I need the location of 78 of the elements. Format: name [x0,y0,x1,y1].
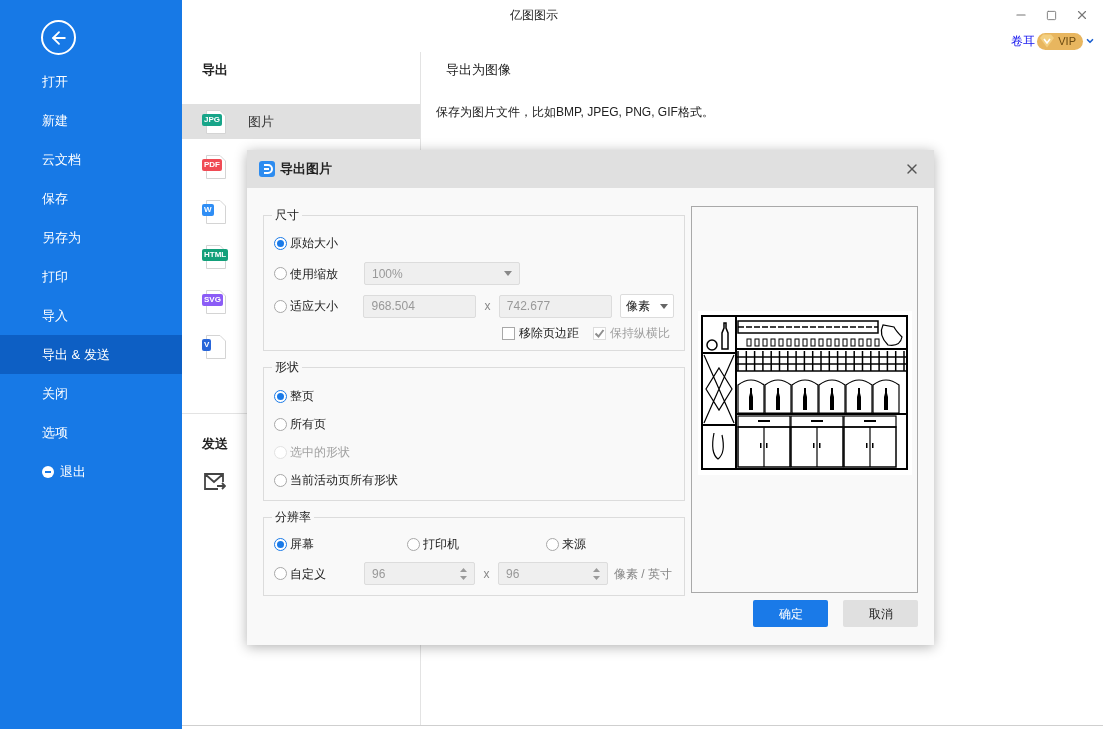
option-label: 自定义 [290,565,326,583]
scale-dropdown[interactable]: 100% [364,262,520,285]
caret-icon [660,303,668,309]
option-label: 打印机 [423,536,460,553]
dropdown-icon[interactable] [1085,36,1095,46]
option-label: 原始大小 [290,235,338,252]
option-label: 当前活动页所有形状 [290,472,398,489]
close-icon[interactable] [1075,8,1089,22]
checkbox[interactable] [502,326,515,340]
section-title: 发送 [202,436,228,451]
vip-badge[interactable]: VIP [1037,32,1083,50]
text-field[interactable]: 742.677 [498,294,613,318]
radio-button[interactable] [274,267,287,280]
format-item[interactable]: PDF [182,149,234,184]
radio-button[interactable] [274,537,287,551]
menu-item[interactable]: 导出 & 发送 [0,335,182,374]
radio-button[interactable] [274,473,287,487]
group-legend: 尺寸 [272,207,302,223]
maximize-icon[interactable] [1046,9,1057,21]
times-sign: x [482,565,491,583]
menu-item[interactable]: 关闭 [0,374,182,413]
format-item[interactable]: V [182,329,234,364]
number-field[interactable]: 96 [364,562,475,585]
menu-item[interactable]: 选项 [0,413,182,452]
menu-item[interactable]: 打开 [0,62,182,101]
app-logo-icon [259,161,275,177]
minus-circle-icon [42,465,54,478]
radio-button[interactable] [407,537,421,551]
number-field[interactable]: 96 [498,562,608,585]
option-label: 整页 [290,388,314,405]
radio-button[interactable] [274,417,287,431]
option-label: 所有页 [290,416,326,433]
format-item[interactable]: HTML [182,239,234,274]
checkbox-label: 保持纵横比 [610,325,670,342]
format-item[interactable]: SVG [182,284,234,319]
spinner-icon [460,566,467,581]
times-sign: x [483,298,492,315]
menu-item[interactable]: 保存 [0,179,182,218]
ok-button[interactable]: 确定 [753,600,828,627]
format-item[interactable]: JPG 图片 [182,104,420,139]
menu-item[interactable]: 另存为 [0,218,182,257]
option-label: 适应大小 [290,298,338,315]
dialog-title: 导出图片 [280,160,332,179]
group-legend: 形状 [272,359,302,375]
menu-item[interactable]: 打印 [0,257,182,296]
window-title: 亿图图示 [510,7,558,24]
menu-item[interactable]: 导入 [0,296,182,335]
menu-item[interactable]: 新建 [0,101,182,140]
spinner-icon [593,566,600,581]
radio-button[interactable] [545,537,559,551]
unit-dropdown[interactable]: 像素 [620,294,674,318]
description-text: 保存为图片文件，比如BMP, JPEG, PNG, GIF格式。 [436,104,715,121]
format-tag: V [202,338,212,351]
checkbox-label: 移除页边距 [519,325,579,342]
panel-title: 导出 [201,61,229,80]
user-name[interactable]: 卷耳 [1011,32,1036,50]
menu-item[interactable]: 云文档 [0,140,182,179]
option-label: 使用缩放 [290,265,338,283]
unit-label: 像素 / 英寸 [614,565,672,583]
back-button[interactable] [41,20,76,55]
format-item[interactable]: W [182,194,234,229]
text-field[interactable]: 968.504 [363,294,476,318]
format-tag: W [202,203,214,216]
detail-title: 导出为图像 [445,61,512,80]
diamond-icon [1039,34,1056,48]
option-label: 来源 [561,536,586,553]
email-icon[interactable] [204,473,226,491]
radio-button[interactable] [274,236,287,250]
group-legend: 分辨率 [272,509,314,525]
menu-item[interactable]: 退出 [0,452,182,491]
option-label: 选中的形状 [290,444,350,461]
radio-button[interactable] [274,299,287,313]
radio-button[interactable] [274,567,287,580]
caret-icon [504,271,512,276]
radio-button[interactable] [274,389,287,403]
cancel-button[interactable]: 取消 [843,600,918,627]
format-label: 图片 [248,112,274,131]
option-label: 屏幕 [290,536,314,553]
